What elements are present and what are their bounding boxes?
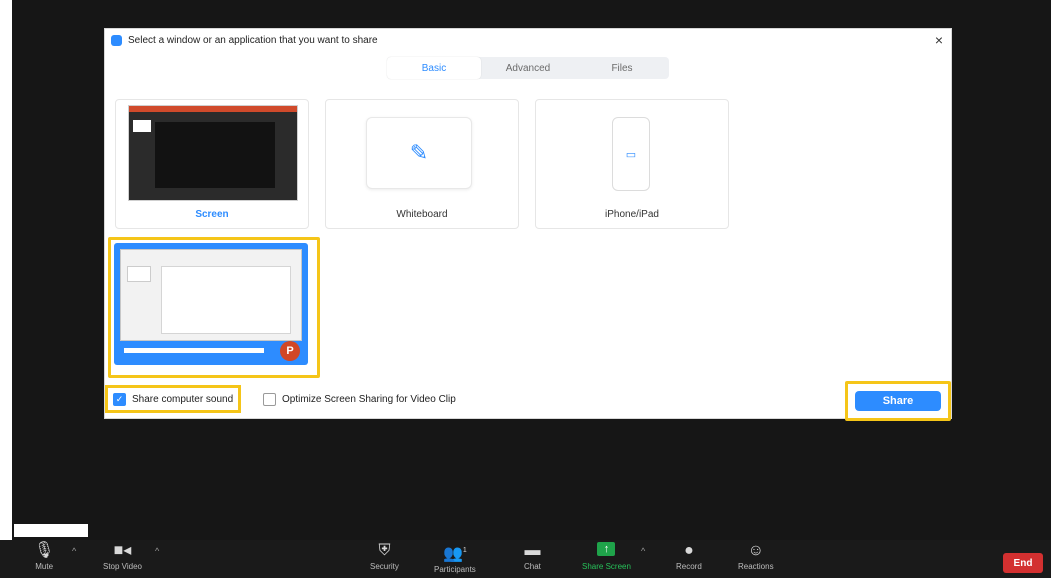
toolbar-participants[interactable]: 👥1 Participants <box>434 542 476 574</box>
chat-icon: ▬ <box>524 542 541 559</box>
left-margin <box>0 0 12 540</box>
optimize-video-option[interactable]: Optimize Screen Sharing for Video Clip <box>263 388 456 410</box>
toolbar-reactions[interactable]: ☺ Reactions <box>738 542 774 571</box>
participants-count: 1 <box>462 547 467 554</box>
toolbar-mute[interactable]: 🎙 Mute <box>34 542 54 571</box>
share-options-caret[interactable]: ^ <box>641 546 645 556</box>
reactions-icon: ☺ <box>747 542 764 559</box>
video-camera-icon: ■◂ <box>113 542 132 559</box>
window-title-redacted <box>124 348 264 353</box>
phone-tile: ▭ <box>612 117 650 191</box>
tab-advanced[interactable]: Advanced <box>481 57 575 79</box>
share-option-label: Screen <box>195 209 229 220</box>
video-options-caret[interactable]: ^ <box>155 546 159 556</box>
meeting-stage: Select a window or an application that y… <box>0 0 1051 578</box>
toolbar-label: Security <box>370 562 399 571</box>
microphone-icon: 🎙 <box>34 542 55 559</box>
thumbnail-ribbon <box>129 106 297 112</box>
whiteboard-tile: ✎ <box>366 117 472 189</box>
share-button[interactable]: Share <box>855 391 941 411</box>
thumbnail-side-panel <box>133 120 151 132</box>
screen-thumbnail <box>128 105 298 201</box>
participant-name-tag <box>14 524 88 537</box>
dialog-title: Select a window or an application that y… <box>128 34 378 46</box>
thumbnail-slide <box>161 266 291 334</box>
share-option-label: Whiteboard <box>396 209 448 220</box>
dialog-title-bar: Select a window or an application that y… <box>105 29 951 51</box>
toolbar-share-screen[interactable]: ↑ Share Screen <box>582 542 631 571</box>
share-option-label: iPhone/iPad <box>605 209 659 220</box>
toolbar-record[interactable]: ● Record <box>676 542 702 571</box>
share-option-powerpoint-window[interactable]: P <box>108 237 320 378</box>
end-meeting-button[interactable]: End <box>1003 553 1043 573</box>
powerpoint-thumbnail <box>120 249 302 341</box>
toolbar-label: Stop Video <box>103 562 142 571</box>
toolbar-stop-video[interactable]: ■◂ Stop Video <box>103 542 142 571</box>
thumbnail-mini-slide <box>127 266 151 282</box>
share-sound-label: Share computer sound <box>132 393 234 405</box>
close-button[interactable]: × <box>935 32 943 48</box>
share-option-iphone-ipad[interactable]: ▭ iPhone/iPad <box>535 99 729 229</box>
optimize-video-checkbox[interactable] <box>263 392 276 406</box>
mute-options-caret[interactable]: ^ <box>72 546 76 556</box>
pencil-icon: ✎ <box>409 140 429 165</box>
toolbar-label: Chat <box>524 562 541 571</box>
optimize-video-label: Optimize Screen Sharing for Video Clip <box>282 393 456 405</box>
share-sound-checkbox[interactable]: ✓ <box>113 392 126 406</box>
zoom-app-icon <box>111 34 122 46</box>
share-button-highlight: Share <box>845 381 951 421</box>
share-sound-option[interactable]: ✓ Share computer sound <box>105 385 242 413</box>
record-icon: ● <box>684 542 694 559</box>
tab-basic[interactable]: Basic <box>387 57 481 79</box>
toolbar-security[interactable]: ⛨ Security <box>370 542 399 571</box>
thumbnail-slide <box>155 122 275 188</box>
share-screen-icon: ↑ <box>597 542 616 556</box>
powerpoint-window-preview: P <box>114 243 308 365</box>
toolbar-label: Record <box>676 562 702 571</box>
dialog-footer: ✓ Share computer sound Optimize Screen S… <box>105 381 951 421</box>
meeting-toolbar: 🎙 Mute ^ ■◂ Stop Video ^ ⛨ Security 👥1 P… <box>0 540 1051 578</box>
toolbar-label: Participants <box>434 565 476 575</box>
toolbar-label: Reactions <box>738 562 774 571</box>
tab-files[interactable]: Files <box>575 57 669 79</box>
shield-icon: ⛨ <box>378 542 391 559</box>
toolbar-label: Mute <box>35 562 54 571</box>
powerpoint-icon: P <box>280 341 300 361</box>
airplay-icon: ▭ <box>625 148 637 161</box>
toolbar-chat[interactable]: ▬ Chat <box>524 542 541 571</box>
share-dialog: Select a window or an application that y… <box>104 28 952 421</box>
participants-icon: 👥1 <box>442 545 467 563</box>
share-tabs: Basic Advanced Files <box>387 57 669 79</box>
share-option-screen[interactable]: Screen <box>115 99 309 229</box>
share-option-whiteboard[interactable]: ✎ Whiteboard <box>325 99 519 229</box>
toolbar-label: Share Screen <box>582 562 631 571</box>
